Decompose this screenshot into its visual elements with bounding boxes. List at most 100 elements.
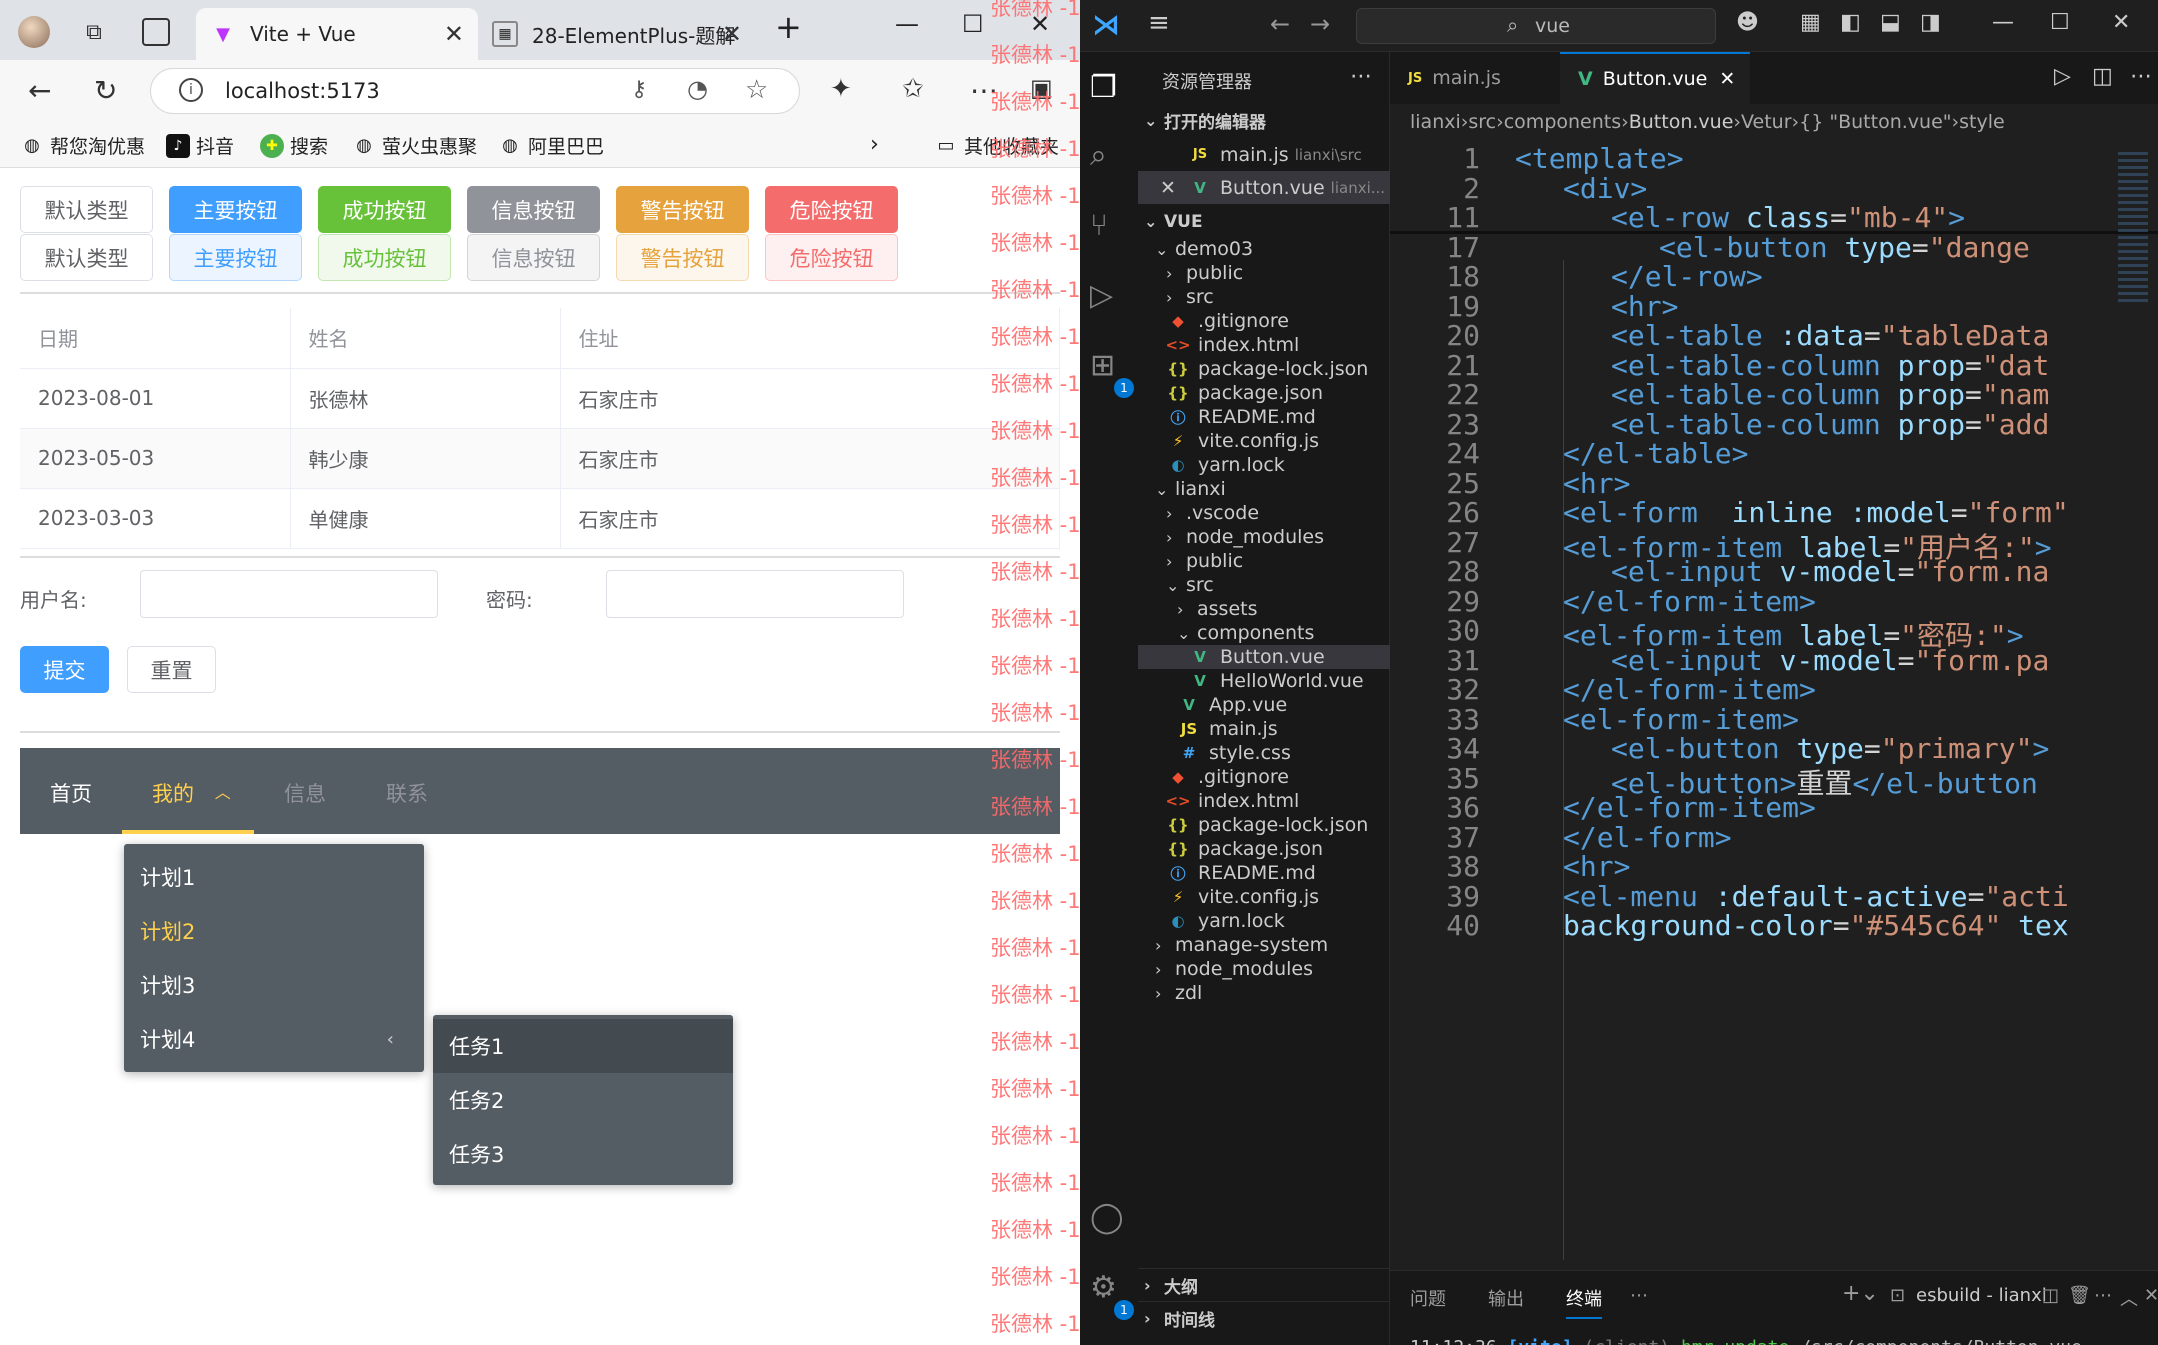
tree-file[interactable]: JS main.js <box>1138 717 1390 741</box>
maximize-button[interactable]: ☐ <box>2050 10 2070 35</box>
info-plain-button[interactable]: 信息按钮 <box>467 234 600 281</box>
success-button[interactable]: 成功按钮 <box>318 186 451 233</box>
panel-more-icon[interactable]: ⋯ <box>2094 1285 2112 1306</box>
run-icon[interactable]: ▷ <box>2054 64 2071 89</box>
terminal-name[interactable]: esbuild - lianxi <box>1916 1285 2047 1306</box>
tree-file[interactable]: ◆ .gitignore <box>1138 309 1390 333</box>
tree-file[interactable]: ⚡ vite.config.js <box>1138 429 1390 453</box>
tree-file[interactable]: ⚡ vite.config.js <box>1138 885 1390 909</box>
vertical-tabs-icon[interactable] <box>142 18 170 46</box>
close-tab-icon[interactable]: ✕ <box>722 20 742 48</box>
minimize-button[interactable]: — <box>895 10 919 38</box>
menu-hamburger-icon[interactable]: ≡ <box>1148 8 1170 38</box>
danger-plain-button[interactable]: 危险按钮 <box>765 234 898 281</box>
table-row[interactable]: 2023-05-03 韩少康 石家庄市 <box>20 428 1060 489</box>
read-aloud-icon[interactable]: ◔ <box>687 75 708 103</box>
back-icon[interactable]: ← <box>28 74 51 107</box>
nested-submenu-item[interactable]: 任务2 <box>433 1073 733 1127</box>
panel-more-icon[interactable]: ⋯ <box>1630 1285 1648 1306</box>
submenu-item[interactable]: 计划3 <box>124 958 424 1012</box>
submit-button[interactable]: 提交 <box>20 646 109 693</box>
copilot-icon[interactable]: ☻ <box>1736 10 1759 35</box>
accounts-icon[interactable]: ◯ <box>1090 1200 1124 1235</box>
tree-folder[interactable]: › .vscode <box>1138 501 1390 525</box>
favorite-item[interactable]: ♪ 抖音 <box>166 132 234 159</box>
tree-folder[interactable]: ⌄ src <box>1138 573 1390 597</box>
tree-folder[interactable]: › node_modules <box>1138 957 1390 981</box>
danger-button[interactable]: 危险按钮 <box>765 186 898 233</box>
panel-tab-problems[interactable]: 问题 <box>1410 1285 1446 1311</box>
breadcrumb-item[interactable]: Vetur <box>1741 111 1792 133</box>
favorite-item[interactable]: ◍ 萤火虫惠聚 <box>352 132 477 159</box>
tree-folder[interactable]: ⌄ lianxi <box>1138 477 1390 501</box>
tree-folder[interactable]: › public <box>1138 549 1390 573</box>
tree-folder[interactable]: › manage-system <box>1138 933 1390 957</box>
refresh-icon[interactable]: ↻ <box>94 74 117 107</box>
explorer-icon[interactable]: ❐ <box>1090 70 1117 105</box>
warning-plain-button[interactable]: 警告按钮 <box>616 234 749 281</box>
favorites-overflow-icon[interactable]: › <box>870 132 879 157</box>
back-arrow-icon[interactable]: ← <box>1270 10 1290 38</box>
source-control-icon[interactable]: ⑂ <box>1090 208 1108 243</box>
tree-file[interactable]: ◐ yarn.lock <box>1138 453 1390 477</box>
panel-tab-terminal[interactable]: 终端 <box>1566 1285 1602 1319</box>
nested-submenu-item[interactable]: 任务1 <box>433 1019 733 1073</box>
workspace-header[interactable]: ⌄ VUE <box>1138 205 1390 238</box>
submenu-item[interactable]: 计划2 <box>124 904 424 958</box>
success-plain-button[interactable]: 成功按钮 <box>318 234 451 281</box>
close-editor-icon[interactable]: ✕ <box>1160 177 1188 199</box>
command-center-search[interactable]: ⌕ vue <box>1356 8 1716 44</box>
kill-terminal-icon[interactable]: 🗑 <box>2068 1285 2091 1306</box>
tree-folder[interactable]: › src <box>1138 285 1390 309</box>
explorer-more-icon[interactable]: ⋯ <box>1350 64 1372 89</box>
profile-avatar[interactable] <box>18 16 50 48</box>
tree-folder[interactable]: › assets <box>1138 597 1390 621</box>
submenu-item-parent[interactable]: 计划4 ‹ <box>124 1012 424 1066</box>
new-terminal-icon[interactable]: +⌄ <box>1842 1281 1879 1306</box>
key-icon[interactable]: ⚷ <box>631 77 647 102</box>
tree-file[interactable]: ⓘ README.md <box>1138 861 1390 885</box>
favorite-item[interactable]: ◍ 阿里巴巴 <box>498 132 604 159</box>
close-panel-icon[interactable]: ✕ <box>2144 1285 2158 1306</box>
table-row[interactable]: 2023-03-03 单健康 石家庄市 <box>20 488 1060 549</box>
close-window-button[interactable]: ✕ <box>2112 10 2130 35</box>
info-button[interactable]: 信息按钮 <box>467 186 600 233</box>
code-editor[interactable]: 1 <template> 2 <div> 11 <el-row class="mb-4">… <box>1390 140 2158 1270</box>
open-editor-item[interactable]: JS main.js lianxi\src <box>1138 138 1390 171</box>
favorite-item[interactable]: ✚ 搜索 <box>260 132 328 159</box>
toggle-secondary-sidebar-icon[interactable]: ◨ <box>1920 10 1941 35</box>
panel-tab-output[interactable]: 输出 <box>1488 1285 1524 1311</box>
split-terminal-icon[interactable]: ◫ <box>2042 1285 2059 1306</box>
tree-folder[interactable]: › zdl <box>1138 981 1390 1005</box>
tree-folder[interactable]: › node_modules <box>1138 525 1390 549</box>
tree-file[interactable]: ◆ .gitignore <box>1138 765 1390 789</box>
tree-file[interactable]: ⓘ README.md <box>1138 405 1390 429</box>
outline-header[interactable]: › 大纲 <box>1138 1268 1390 1301</box>
editor-tab-button-vue[interactable]: V Button.vue ✕ <box>1560 52 1750 104</box>
tree-file[interactable]: V Button.vue <box>1138 645 1390 669</box>
favorite-item[interactable]: ◍ 帮您淘优惠 <box>20 132 145 159</box>
tree-file[interactable]: ◐ yarn.lock <box>1138 909 1390 933</box>
breadcrumb-item[interactable]: style <box>1959 111 2005 133</box>
toggle-panel-icon[interactable]: ⬓ <box>1880 10 1901 35</box>
warning-button[interactable]: 警告按钮 <box>616 186 749 233</box>
search-icon[interactable]: ⌕ <box>1090 138 1107 173</box>
primary-plain-button[interactable]: 主要按钮 <box>169 234 302 281</box>
extensions-icon[interactable]: ⊞ <box>1090 348 1115 383</box>
tree-file[interactable]: {} package-lock.json <box>1138 813 1390 837</box>
address-bar[interactable]: i localhost:5173 ⚷ ◔ ☆ <box>150 68 800 114</box>
open-editor-item[interactable]: ✕ V Button.vue lianxi... <box>1138 171 1390 204</box>
tab-vite-vue[interactable]: ▼ Vite + Vue ✕ <box>196 8 478 60</box>
menu-item-mine[interactable]: 我的 ︿ <box>152 778 231 808</box>
default-button[interactable]: 默认类型 <box>20 186 153 233</box>
close-tab-icon[interactable]: ✕ <box>444 20 464 48</box>
extensions-icon[interactable]: ✦ <box>830 74 852 104</box>
breadcrumb-item[interactable]: {} "Button.vue" <box>1799 111 1951 133</box>
timeline-header[interactable]: › 时间线 <box>1138 1301 1390 1334</box>
menu-item-home[interactable]: 首页 <box>50 778 92 808</box>
tree-file[interactable]: V App.vue <box>1138 693 1390 717</box>
favorite-star-icon[interactable]: ☆ <box>745 75 768 105</box>
more-actions-icon[interactable]: ⋯ <box>2130 64 2152 89</box>
default-plain-button[interactable]: 默认类型 <box>20 234 153 281</box>
tree-file[interactable]: # style.css <box>1138 741 1390 765</box>
